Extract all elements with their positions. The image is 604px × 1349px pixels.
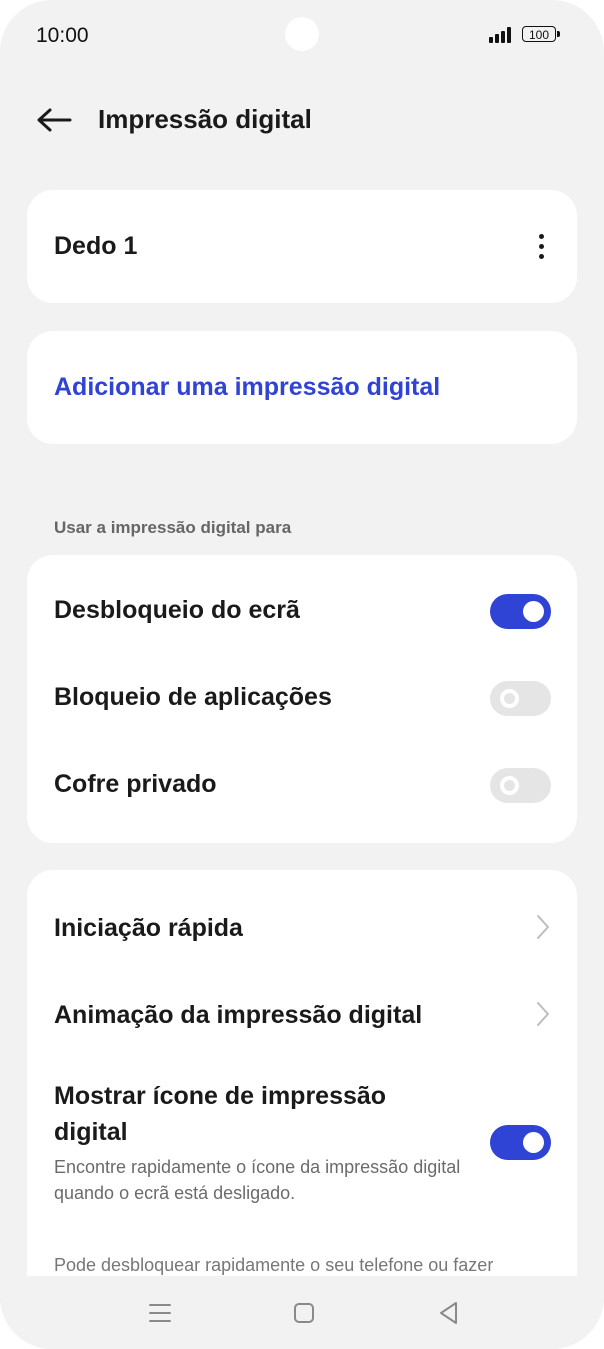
- show-icon-toggle[interactable]: [490, 1125, 551, 1160]
- clock: 10:00: [36, 24, 89, 47]
- usage-card: Desbloqueio do ecrã Bloqueio de aplicaçõ…: [27, 555, 577, 843]
- row-description: Encontre rapidamente o ícone da impressã…: [54, 1157, 461, 1203]
- row-label: Cofre privado: [54, 770, 217, 798]
- row-label: Animação da impressão digital: [54, 1001, 423, 1029]
- add-fingerprint-link[interactable]: Adicionar uma impressão digital: [54, 373, 440, 402]
- fingerprint-card[interactable]: Dedo 1: [27, 190, 577, 303]
- row-quick-launch[interactable]: Iniciação rápida: [27, 884, 577, 972]
- row-label: Desbloqueio do ecrã: [54, 596, 300, 624]
- page-title: Impressão digital: [98, 104, 312, 134]
- row-screen-unlock[interactable]: Desbloqueio do ecrã: [27, 568, 577, 656]
- arrow-left-icon: [37, 108, 72, 132]
- add-fingerprint-card[interactable]: Adicionar uma impressão digital: [27, 331, 577, 444]
- header: Impressão digital: [0, 88, 604, 152]
- row-private-safe[interactable]: Cofre privado: [27, 742, 577, 830]
- chevron-right-icon: [537, 915, 549, 939]
- app-lock-toggle[interactable]: [490, 681, 551, 716]
- back-icon[interactable]: [434, 1298, 464, 1328]
- front-camera: [285, 17, 319, 51]
- row-app-lock[interactable]: Bloqueio de aplicações: [27, 655, 577, 743]
- phone-screen: 10:00 100 Impressão digital Dedo 1 Adici…: [0, 0, 604, 1349]
- section-label: Usar a impressão digital para: [54, 518, 292, 537]
- footer-text: Pode desbloquear rapidamente o seu telef…: [54, 1255, 494, 1275]
- more-vertical-icon[interactable]: [531, 232, 551, 262]
- private-safe-toggle[interactable]: [490, 768, 551, 803]
- fingerprint-name: Dedo 1: [54, 232, 138, 260]
- back-button[interactable]: [30, 102, 74, 138]
- screen-unlock-toggle[interactable]: [490, 594, 551, 629]
- row-label: Mostrar ícone de impressão digital: [54, 1082, 387, 1146]
- home-icon[interactable]: [289, 1298, 319, 1328]
- battery-icon: 100: [522, 26, 560, 42]
- chevron-right-icon: [537, 1002, 549, 1026]
- row-label: Bloqueio de aplicações: [54, 683, 332, 711]
- row-fingerprint-animation[interactable]: Animação da impressão digital: [27, 971, 577, 1059]
- row-label: Iniciação rápida: [54, 914, 243, 942]
- row-show-fingerprint-icon[interactable]: Mostrar ícone de impressão digital Encon…: [27, 1070, 577, 1220]
- menu-icon[interactable]: [145, 1298, 175, 1328]
- signal-icon: [489, 27, 515, 43]
- status-bar: 10:00 100: [0, 0, 604, 72]
- settings-card: Iniciação rápida Animação da impressão d…: [27, 870, 577, 1310]
- navigation-bar: [0, 1276, 604, 1349]
